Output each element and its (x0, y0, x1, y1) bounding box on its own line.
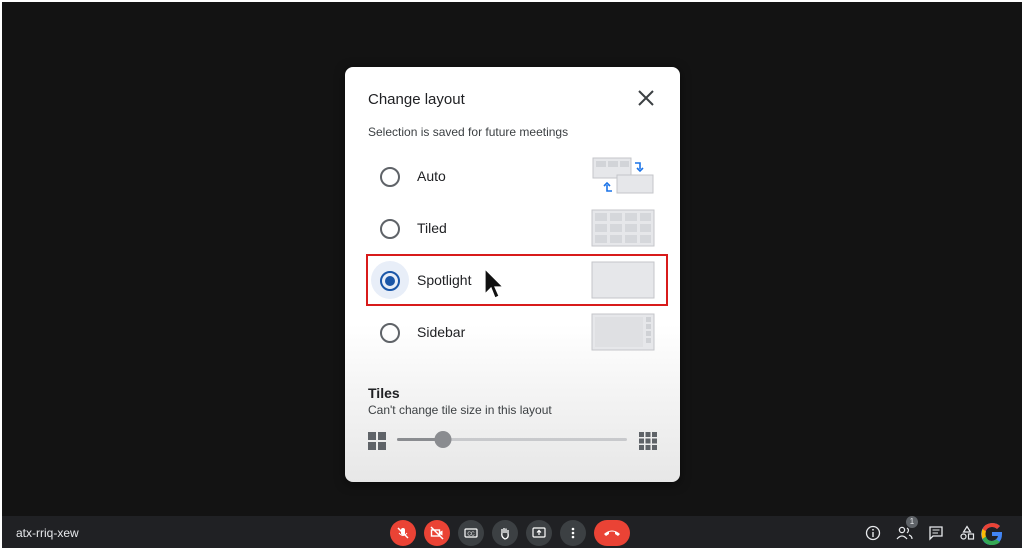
option-label-sidebar: Sidebar (417, 324, 466, 340)
meeting-code: atx-rriq-xew (16, 526, 79, 540)
layout-option-tiled[interactable]: Tiled (367, 207, 667, 251)
dialog-subtitle: Selection is saved for future meetings (368, 125, 569, 139)
spotlight-highlight-box (366, 254, 668, 306)
radio-auto[interactable] (380, 167, 400, 187)
option-label-auto: Auto (417, 168, 446, 184)
dialog-title: Change layout (368, 91, 465, 108)
chat-button[interactable] (925, 522, 947, 544)
layout-option-sidebar[interactable]: Sidebar (367, 311, 667, 355)
activities-icon (960, 525, 975, 540)
tiles-heading: Tiles (368, 385, 400, 401)
more-options-icon (571, 527, 575, 539)
radio-tiled[interactable] (380, 219, 400, 239)
mouse-cursor-icon (484, 268, 505, 299)
mic-button[interactable] (390, 520, 416, 546)
participant-count-badge: 1 (906, 516, 918, 528)
hang-up-icon (604, 530, 620, 536)
tiled-layout-thumb (591, 209, 655, 247)
captions-icon: CC (464, 528, 478, 538)
auto-layout-thumb (592, 157, 654, 194)
option-label-tiled: Tiled (417, 220, 447, 236)
layout-option-auto[interactable]: Auto (367, 155, 667, 199)
more-options-button[interactable] (560, 520, 586, 546)
tile-size-control (367, 427, 659, 453)
hang-up-button[interactable] (594, 520, 630, 546)
svg-text:CC: CC (467, 532, 475, 538)
captions-button[interactable]: CC (458, 520, 484, 546)
screenshot: Change layout Selection is saved for fut… (0, 0, 1024, 550)
raise-hand-button[interactable] (492, 520, 518, 546)
tile-size-slider[interactable] (397, 427, 629, 453)
sidebar-layout-thumb (591, 313, 655, 351)
camera-off-icon (430, 526, 444, 540)
large-tiles-icon (639, 432, 657, 450)
meeting-details-button[interactable] (862, 522, 884, 544)
present-button[interactable] (526, 520, 552, 546)
google-logo (981, 523, 1002, 545)
raise-hand-icon (501, 528, 509, 540)
activities-button[interactable] (956, 522, 978, 544)
info-icon (865, 525, 881, 541)
present-icon (532, 527, 546, 538)
meeting-controls-bar: atx-rriq-xew CC 1 (2, 516, 1022, 548)
camera-button[interactable] (424, 520, 450, 546)
small-tiles-icon (368, 432, 386, 450)
tiles-note: Can't change tile size in this layout (368, 403, 552, 417)
chat-icon (929, 526, 943, 541)
close-icon[interactable] (635, 87, 657, 109)
mic-off-icon (397, 527, 409, 539)
radio-sidebar[interactable] (380, 323, 400, 343)
